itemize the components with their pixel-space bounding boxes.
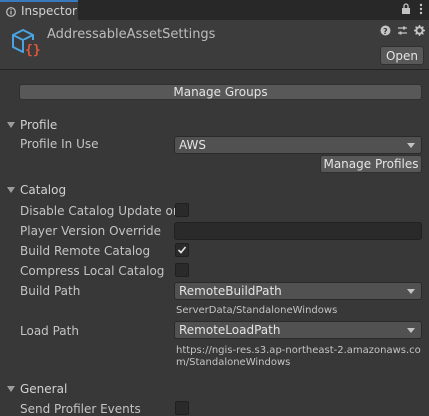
open-button[interactable]: Open [380,46,424,65]
inspector-header: {} AddressableAssetSettings ? Open [0,20,429,70]
foldout-arrow-icon [7,386,15,392]
build-path-dropdown[interactable]: RemoteBuildPath [174,282,422,300]
send-profiler-events-checkbox[interactable] [175,401,189,415]
player-version-override-label: Player Version Override [20,224,162,238]
manage-profiles-button[interactable]: Manage Profiles [320,155,422,173]
presets-icon[interactable] [397,25,408,39]
profile-section-header[interactable]: Profile [7,118,57,132]
header-icons: ? [380,25,425,39]
tab-controls [401,3,423,18]
build-path-label: Build Path [20,284,81,298]
svg-text:?: ? [383,27,388,36]
chevron-down-icon [407,143,415,148]
profile-in-use-label: Profile In Use [20,137,99,151]
build-remote-catalog-label: Build Remote Catalog [20,244,151,258]
general-section-header[interactable]: General [7,382,67,396]
chevron-down-icon [407,289,415,294]
chevron-down-icon [407,328,415,333]
tab-inspector[interactable]: Inspector [0,0,78,20]
dropdown-value: AWS [179,138,207,152]
compress-local-catalog-label: Compress Local Catalog [20,264,165,278]
dropdown-value: RemoteBuildPath [179,284,282,298]
profile-in-use-dropdown[interactable]: AWS [174,136,422,154]
info-icon [6,6,16,17]
more-options-icon[interactable] [419,3,423,18]
load-path-dropdown[interactable]: RemoteLoadPath [174,321,422,339]
compress-local-catalog-checkbox[interactable] [175,263,189,277]
manage-groups-button[interactable]: Manage Groups [19,84,422,100]
help-icon[interactable]: ? [380,25,391,39]
asset-name: AddressableAssetSettings [47,27,216,42]
foldout-arrow-icon [7,187,15,193]
player-version-override-input[interactable] [174,222,422,240]
inspector-body: Manage Groups Profile Profile In Use AWS… [0,71,429,416]
tab-bar: Inspector [0,0,429,20]
gear-icon[interactable] [414,25,425,39]
load-path-label: Load Path [20,324,79,338]
disable-catalog-update-label: Disable Catalog Update on [20,204,181,218]
catalog-section-header[interactable]: Catalog [7,183,66,197]
addressable-settings-icon: {} [9,26,41,58]
build-remote-catalog-checkbox[interactable] [175,243,189,257]
section-label: General [20,382,68,396]
lock-icon[interactable] [401,3,411,18]
foldout-arrow-icon [7,122,15,128]
checkmark-icon [177,246,187,254]
section-label: Catalog [20,183,67,197]
tab-label: Inspector [21,4,77,18]
svg-text:{}: {} [25,43,41,58]
dropdown-value: RemoteLoadPath [179,323,281,337]
disable-catalog-update-checkbox[interactable] [175,203,189,217]
section-label: Profile [20,118,58,132]
build-path-resolved: ServerData/StandaloneWindows [176,305,338,316]
load-path-resolved: https://ngis-res.s3.ap-northeast-2.amazo… [176,345,421,368]
